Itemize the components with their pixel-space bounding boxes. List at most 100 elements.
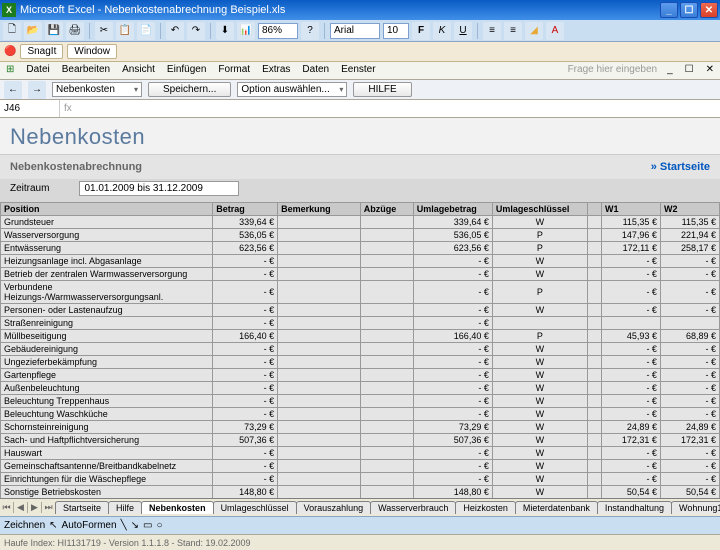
hilfe-button[interactable]: HILFE (353, 82, 411, 97)
menu-bearbeiten[interactable]: Bearbeiten (56, 62, 116, 79)
zoom-box[interactable]: 86% (258, 23, 298, 39)
menu-datei[interactable]: Datei (20, 62, 55, 79)
table-row[interactable]: Beleuchtung Treppenhaus- €- €W- €- € (1, 395, 720, 408)
table-row[interactable]: Hauswart- €- €W- €- € (1, 447, 720, 460)
table-row[interactable]: Personen- oder Lastenaufzug- €- €W- €- € (1, 304, 720, 317)
help-icon[interactable]: ? (301, 22, 319, 40)
sheet-tab[interactable]: Startseite (55, 501, 109, 514)
tab-next-icon[interactable]: ▶ (28, 502, 42, 513)
table-row[interactable]: Entwässerung623,56 €623,56 €P172,11 €258… (1, 242, 720, 255)
table-row[interactable]: Verbundene Heizungs-/Warmwasserversorgun… (1, 281, 720, 304)
menu-daten[interactable]: Daten (296, 62, 335, 79)
font-name-box[interactable]: Arial (330, 23, 380, 39)
minimize-button[interactable]: _ (660, 2, 678, 18)
table-row[interactable]: Außenbeleuchtung- €- €W- €- € (1, 382, 720, 395)
col-abzuge: Abzüge (360, 203, 413, 216)
cut-icon[interactable]: ✂ (95, 22, 113, 40)
snagit-toolbar: 🔴 SnagIt Window (0, 42, 720, 62)
col-w2: W2 (660, 203, 719, 216)
sheet-tab[interactable]: Umlageschlüssel (213, 501, 297, 514)
save-icon[interactable]: 💾 (45, 22, 63, 40)
forward-icon[interactable]: → (28, 81, 46, 99)
font-size-box[interactable]: 10 (383, 23, 409, 39)
bold-icon[interactable]: F (412, 22, 430, 40)
option-dropdown[interactable]: Option auswählen... (237, 82, 347, 97)
menu-einfugen[interactable]: Einfügen (161, 62, 212, 79)
status-text: Haufe Index: HI1131719 - Version 1.1.1.8… (4, 538, 251, 548)
table-row[interactable]: Beleuchtung Waschküche- €- €W- €- € (1, 408, 720, 421)
table-row[interactable]: Heizungsanlage incl. Abgasanlage- €- €W-… (1, 255, 720, 268)
table-row[interactable]: Schornsteinreinigung73,29 €73,29 €W24,89… (1, 421, 720, 434)
sheet-tab[interactable]: Instandhaltung (597, 501, 672, 514)
col-w1: W1 (601, 203, 660, 216)
sheet-tab[interactable]: Vorauszahlung (296, 501, 372, 514)
zeitraum-input[interactable] (79, 181, 239, 196)
excel-menu-icon[interactable]: ⊞ (0, 62, 20, 79)
table-row[interactable]: Einrichtungen für die Wäschepflege- €- €… (1, 473, 720, 486)
close-button[interactable]: ✕ (700, 2, 718, 18)
drawing-toolbar: Zeichnen ↖ AutoFormen ╲ ↘ ▭ ○ (0, 516, 720, 534)
italic-icon[interactable]: K (433, 22, 451, 40)
maximize-button[interactable]: ☐ (680, 2, 698, 18)
undo-icon[interactable]: ↶ (166, 22, 184, 40)
table-row[interactable]: Straßenreinigung- €- € (1, 317, 720, 330)
snagit-icon: 🔴 (4, 46, 16, 57)
copy-icon[interactable]: 📋 (116, 22, 134, 40)
tab-last-icon[interactable]: ⏭ (42, 502, 56, 513)
table-row[interactable]: Müllbeseitigung166,40 €166,40 €P45,93 €6… (1, 330, 720, 343)
page-title: Nebenkosten (0, 118, 720, 155)
name-box[interactable]: J46 (0, 100, 60, 117)
sheet-tab[interactable]: Nebenkosten (141, 501, 214, 514)
table-row[interactable]: Gartenpflege- €- €W- €- € (1, 369, 720, 382)
table-row[interactable]: Betrieb der zentralen Warmwasserversorgu… (1, 268, 720, 281)
fill-color-icon[interactable]: ◢ (525, 22, 543, 40)
sheet-tab[interactable]: Hilfe (108, 501, 142, 514)
paste-icon[interactable]: 📄 (137, 22, 155, 40)
zeitraum-label: Zeitraum (10, 183, 49, 194)
sheet-tab[interactable]: Heizkosten (455, 501, 516, 514)
underline-icon[interactable]: U (454, 22, 472, 40)
sheet-tab[interactable]: Mieterdatenbank (515, 501, 598, 514)
align-center-icon[interactable]: ≡ (504, 22, 522, 40)
menu-ansicht[interactable]: Ansicht (116, 62, 161, 79)
action-bar: ← → Nebenkosten Speichern... Option ausw… (0, 80, 720, 100)
window-title: Microsoft Excel - Nebenkostenabrechnung … (20, 4, 660, 16)
chart-icon[interactable]: 📊 (237, 22, 255, 40)
new-icon[interactable]: 🗋 (3, 22, 21, 40)
doc-close-icon[interactable]: ✕ (700, 62, 720, 79)
sort-icon[interactable]: ⬇ (216, 22, 234, 40)
col-umlageschlussel: Umlageschlüssel (492, 203, 587, 216)
sheet-tab[interactable]: Wasserverbrauch (370, 501, 456, 514)
startseite-link[interactable]: » Startseite (651, 161, 710, 173)
worksheet-area: Nebenkosten Nebenkostenabrechnung » Star… (0, 118, 720, 498)
table-row[interactable]: Grundsteuer339,64 €339,64 €W115,35 €115,… (1, 216, 720, 229)
menu-extras[interactable]: Extras (256, 62, 296, 79)
table-row[interactable]: Gebäudereinigung- €- €W- €- € (1, 343, 720, 356)
font-color-icon[interactable]: A (546, 22, 564, 40)
align-left-icon[interactable]: ≡ (483, 22, 501, 40)
doc-restore-icon[interactable]: ☐ (679, 62, 700, 79)
redo-icon[interactable]: ↷ (187, 22, 205, 40)
print-icon[interactable]: 🖨 (66, 22, 84, 40)
sheet-tab[interactable]: Wohnung1 (671, 501, 720, 514)
tab-first-icon[interactable]: ⏮ (0, 502, 14, 513)
back-icon[interactable]: ← (4, 81, 22, 99)
snagit-mode[interactable]: Window (67, 44, 117, 59)
menu-fenster[interactable]: Eenster (335, 62, 381, 79)
snagit-button[interactable]: SnagIt (20, 44, 63, 59)
doc-minimize-icon[interactable]: _ (661, 62, 679, 79)
section-dropdown[interactable]: Nebenkosten (52, 82, 142, 97)
tab-prev-icon[interactable]: ◀ (14, 502, 28, 513)
table-row[interactable]: Wasserversorgung536,05 €536,05 €P147,96 … (1, 229, 720, 242)
open-icon[interactable]: 📂 (24, 22, 42, 40)
table-row[interactable]: Ungezieferbekämpfung- €- €W- €- € (1, 356, 720, 369)
menu-bar: ⊞ Datei Bearbeiten Ansicht Einfügen Form… (0, 62, 720, 80)
table-row[interactable]: Sonstige Betriebskosten148,80 €148,80 €W… (1, 486, 720, 499)
speichern-button[interactable]: Speichern... (148, 82, 231, 97)
menu-format[interactable]: Format (212, 62, 256, 79)
col-bemerkung: Bemerkung (278, 203, 361, 216)
table-row[interactable]: Gemeinschaftsantenne/Breitbandkabelnetz-… (1, 460, 720, 473)
table-row[interactable]: Sach- und Haftpflichtversicherung507,36 … (1, 434, 720, 447)
fx-icon[interactable]: fx (60, 103, 76, 114)
help-hint[interactable]: Frage hier eingeben (562, 62, 662, 79)
